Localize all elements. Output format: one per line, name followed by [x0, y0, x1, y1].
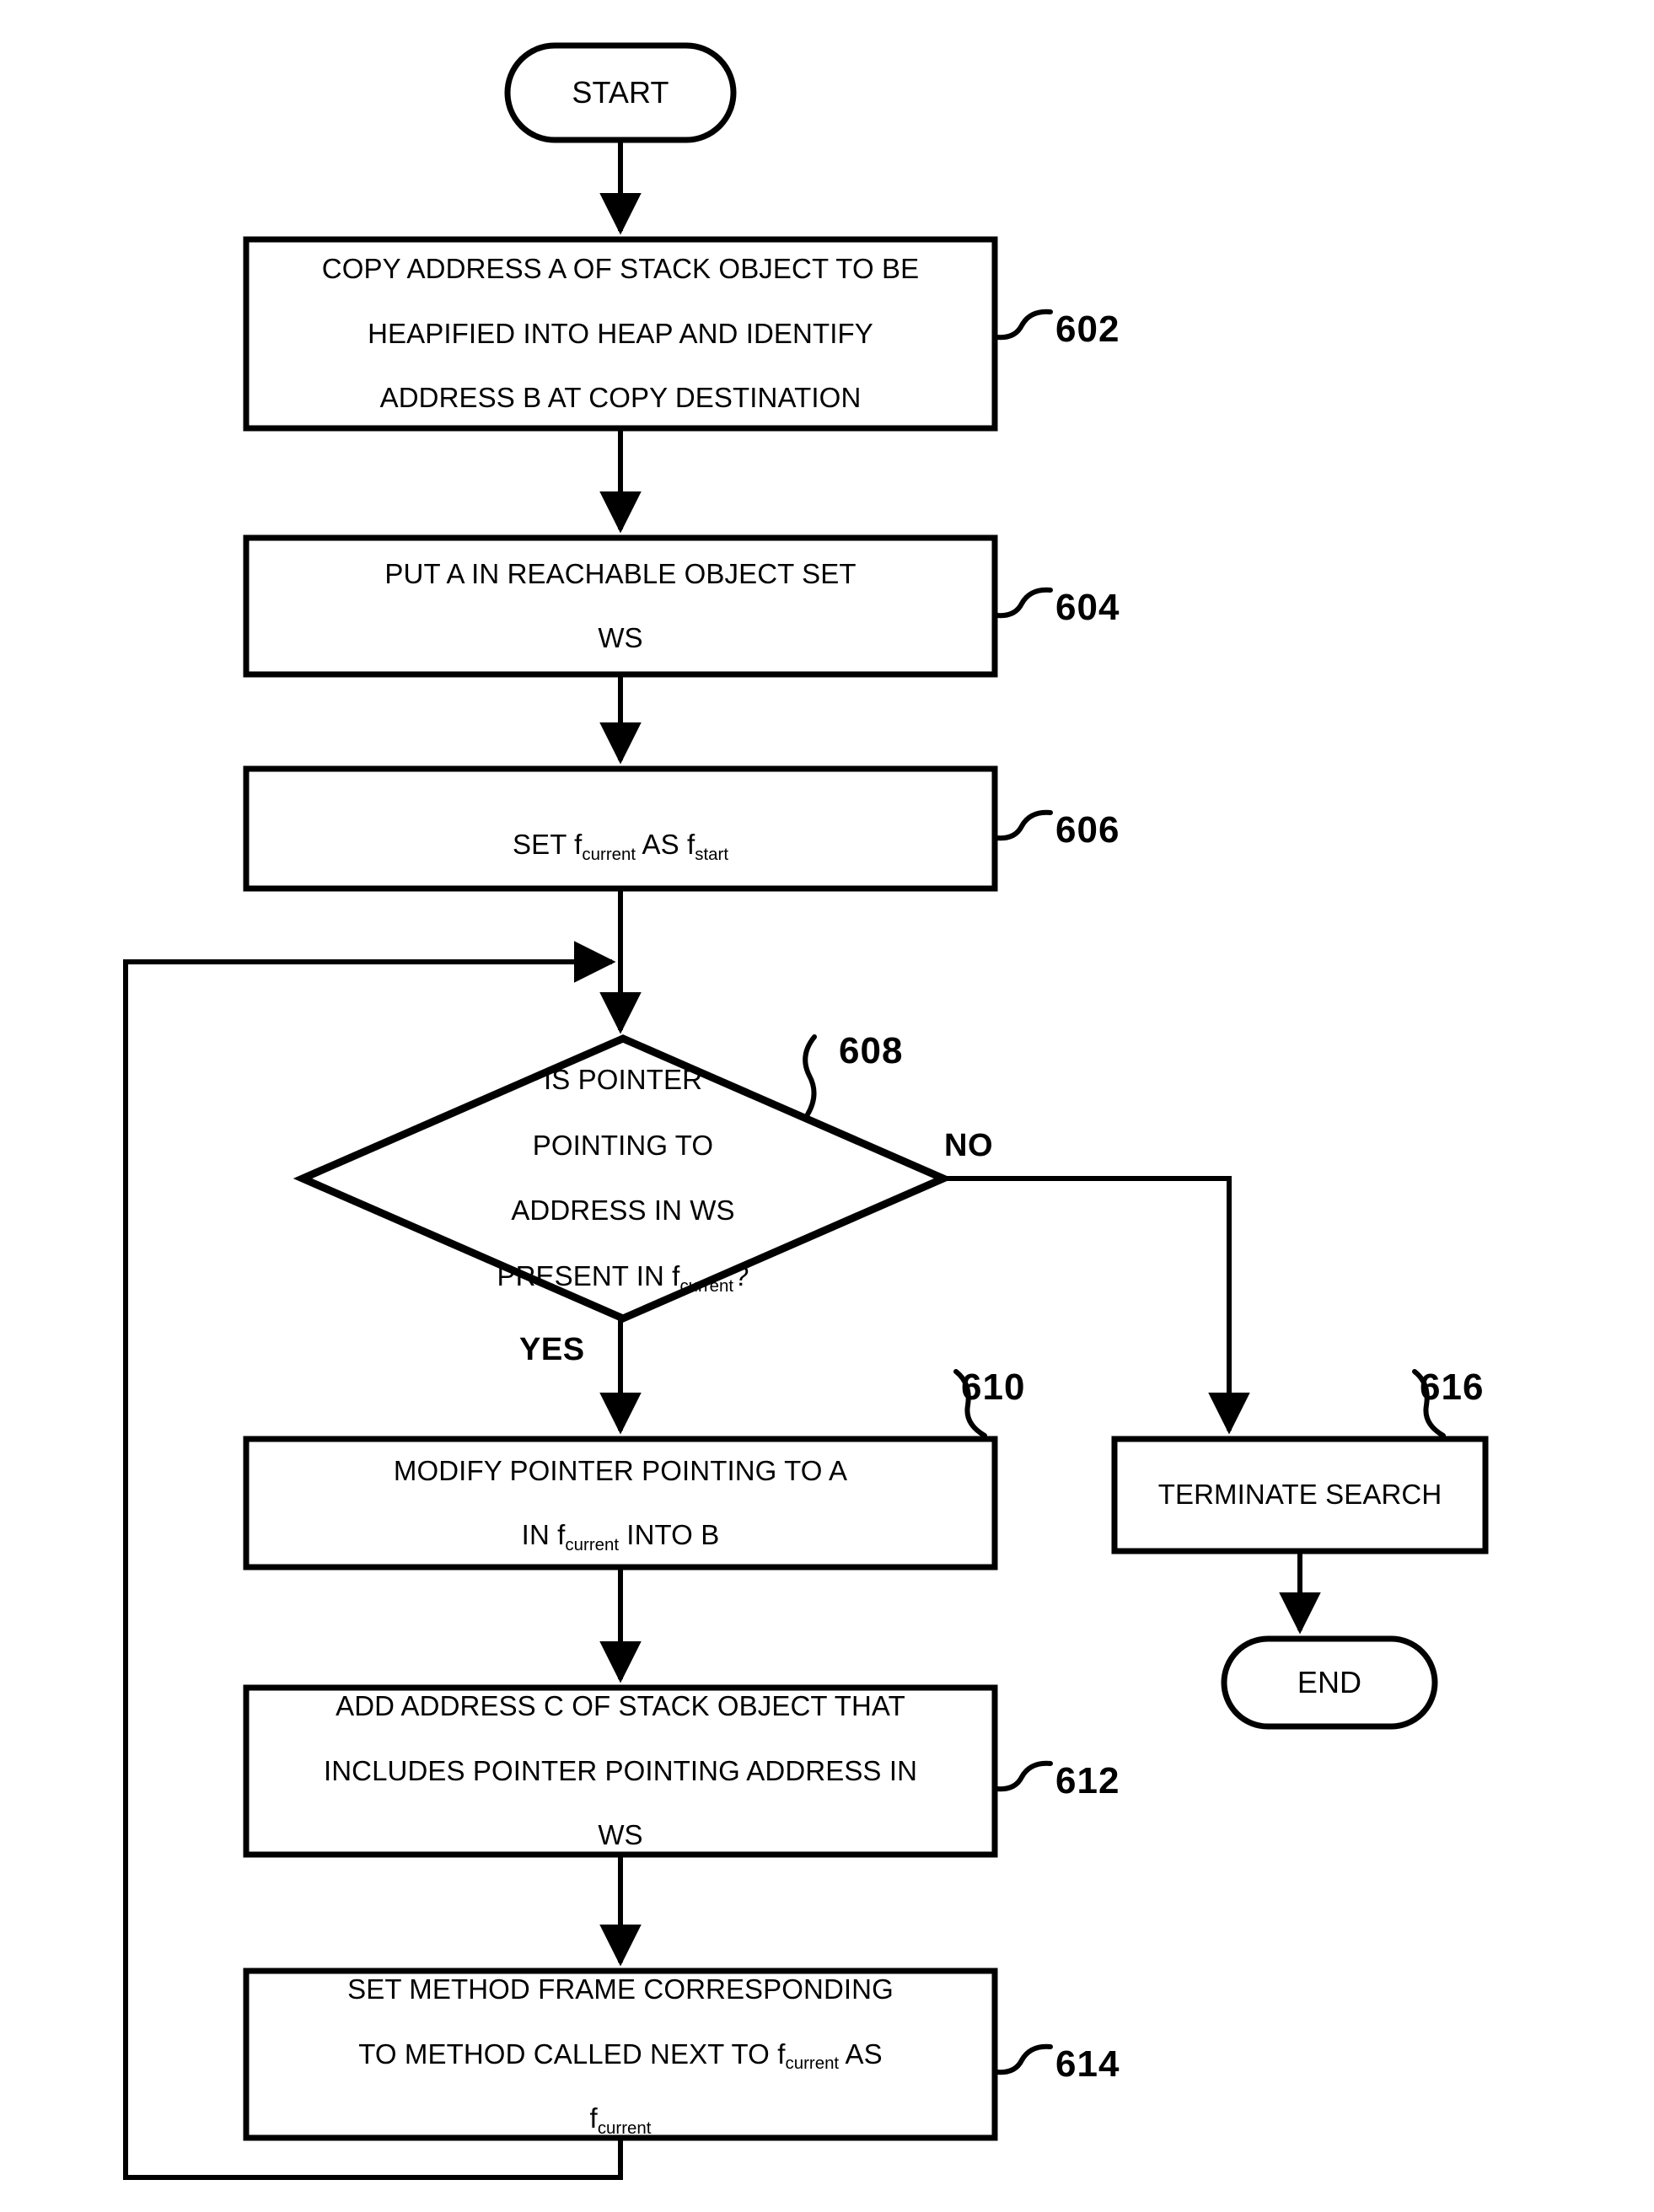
- ref-label-610: 610: [961, 1366, 1026, 1408]
- leader-602: [994, 309, 1053, 341]
- node-start-shape: [504, 42, 737, 143]
- edge-label-no: NO: [944, 1128, 993, 1163]
- ref-label-602: 602: [1055, 309, 1120, 350]
- node-602-shape: [243, 236, 998, 432]
- node-604-shape: [243, 534, 998, 678]
- leader-606: [994, 809, 1053, 841]
- node-end-shape: [1221, 1635, 1438, 1730]
- edge-label-yes: YES: [519, 1332, 585, 1367]
- node-606-shape: [243, 765, 998, 892]
- flowchart-page: START COPY ADDRESS A OF STACK OBJECT TO …: [0, 0, 1654, 2212]
- ref-label-604: 604: [1055, 587, 1120, 628]
- node-612-shape: [243, 1684, 998, 1858]
- ref-label-614: 614: [1055, 2043, 1120, 2085]
- node-614-shape: [243, 1968, 998, 2141]
- ref-label-612: 612: [1055, 1760, 1120, 1801]
- ref-label-616: 616: [1420, 1366, 1485, 1408]
- leader-608: [803, 1034, 817, 1117]
- node-616-shape: [1111, 1436, 1489, 1554]
- ref-label-606: 606: [1055, 809, 1120, 851]
- leader-604: [994, 587, 1053, 619]
- ref-label-608: 608: [839, 1030, 904, 1071]
- leader-612: [994, 1760, 1053, 1792]
- leader-614: [994, 2043, 1053, 2075]
- node-610-shape: [243, 1436, 998, 1570]
- flowchart-canvas: [123, 42, 1489, 2180]
- node-608-shape: [293, 1034, 953, 1323]
